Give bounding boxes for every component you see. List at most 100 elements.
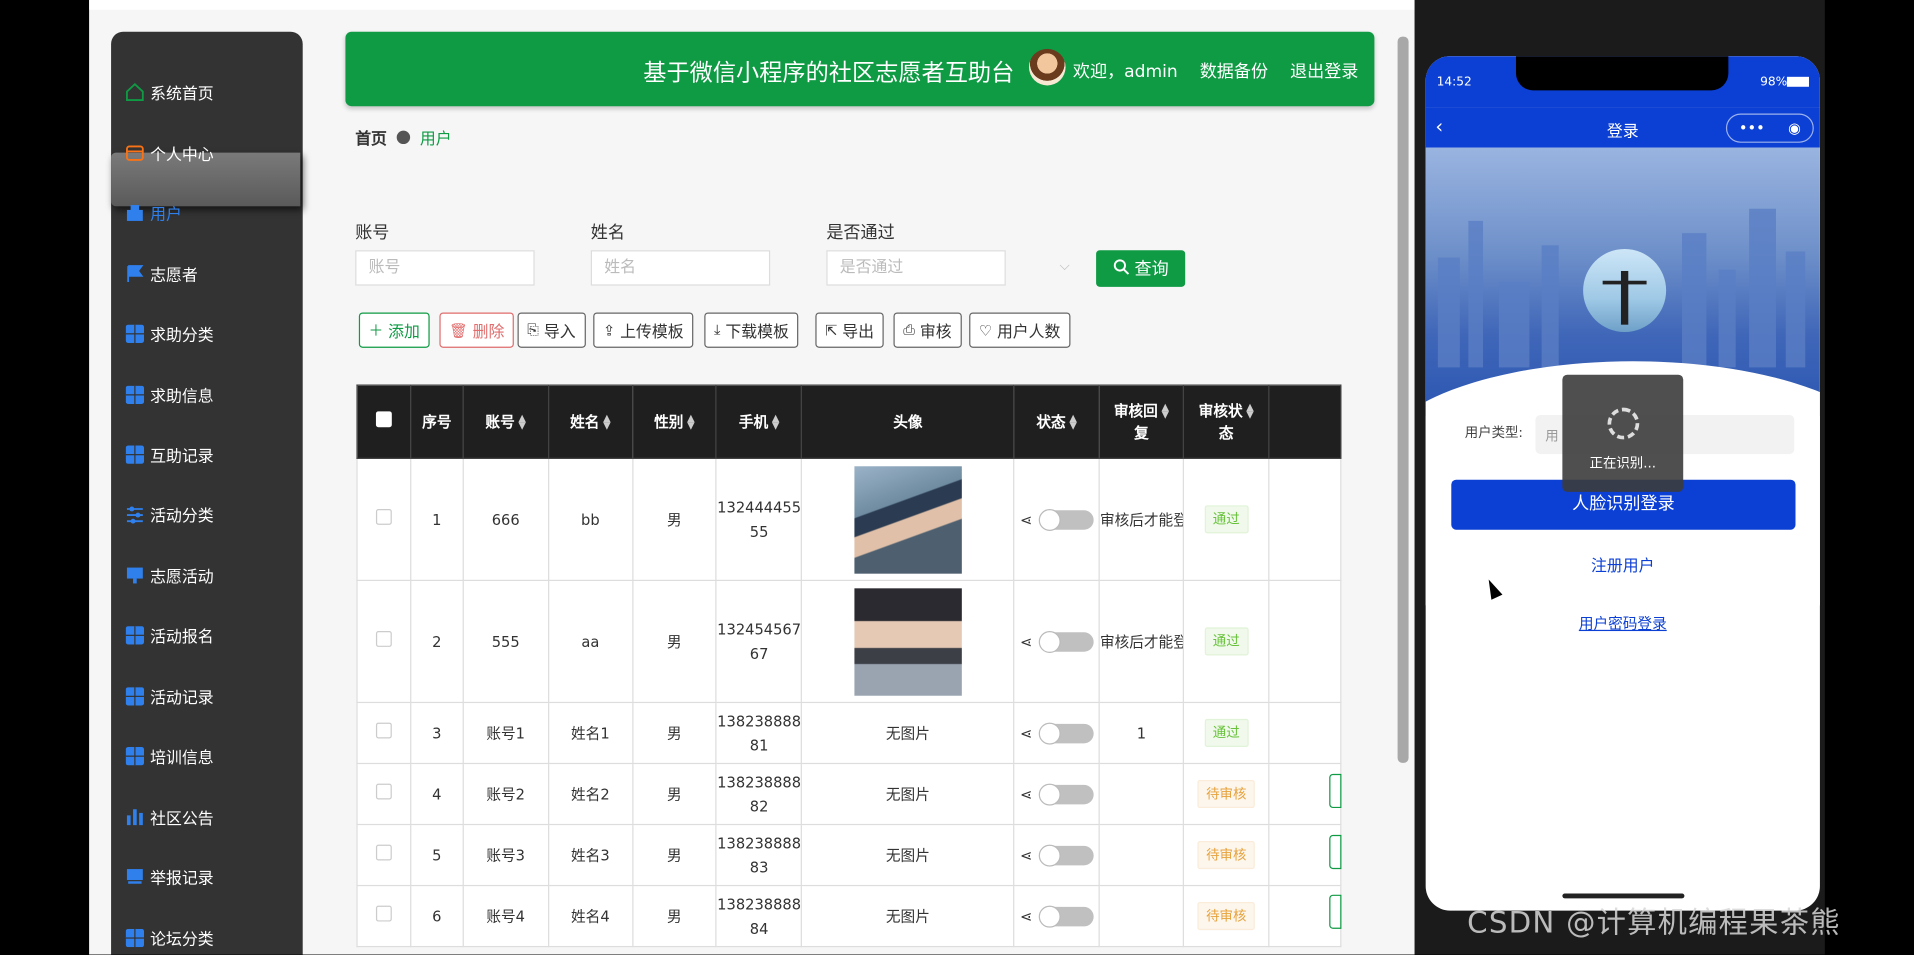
monitor-icon — [126, 566, 144, 584]
approved-select[interactable] — [826, 250, 1006, 286]
column-header-name[interactable]: 姓名 ▲ ▼ — [547, 384, 633, 459]
logout-link[interactable]: 退出登录 — [1290, 59, 1358, 83]
admin-browser-window: 系统首页 个人中心 用户 志愿者 求助分类 求助信息 互助记录 活动分类 志愿活… — [89, 0, 1415, 955]
name-label: 姓名 — [590, 223, 625, 243]
column-header-status[interactable]: 状态 ▲ ▼ — [1013, 384, 1100, 459]
delete-button[interactable]: 🗑 删除 — [439, 312, 515, 348]
status-toggle[interactable] — [1038, 844, 1094, 867]
row-checkbox[interactable] — [375, 630, 392, 647]
column-header-account[interactable]: 账号 ▲ ▼ — [462, 384, 549, 459]
column-header-phone[interactable]: 手机 ▲ ▼ — [715, 384, 803, 459]
share-icon: ⋖ — [1020, 907, 1033, 925]
approved-label: 是否通过 — [826, 223, 895, 243]
review-button[interactable]: ⎙ 审核 — [893, 312, 962, 348]
row-checkbox[interactable] — [375, 783, 392, 799]
status-badge: 通过 — [1204, 505, 1249, 534]
sidebar-item-label: 用户 — [150, 205, 182, 224]
status-badge: 待审核 — [1197, 902, 1255, 931]
row-checkbox[interactable] — [375, 905, 392, 921]
phone-avatar — [1583, 249, 1667, 333]
row-action-button[interactable] — [1329, 773, 1342, 809]
admin-avatar[interactable] — [1028, 48, 1066, 86]
sidebar-item-activity-records[interactable]: 活动记录 — [125, 682, 214, 709]
spinner-icon — [1607, 407, 1640, 440]
query-button[interactable]: 查询 — [1096, 250, 1186, 287]
grid-icon — [125, 686, 145, 705]
name-input[interactable] — [590, 250, 771, 286]
sidebar-item-report-records[interactable]: 举报记录 — [126, 863, 214, 890]
upload-template-button[interactable]: ⇪ 上传模板 — [593, 312, 694, 348]
column-header-gender[interactable]: 性别 ▲ ▼ — [631, 384, 718, 459]
users-icon — [126, 203, 144, 221]
sidebar-item-home[interactable]: 系统首页 — [126, 78, 214, 105]
status-toggle[interactable] — [1038, 721, 1094, 744]
sort-icon[interactable]: ▲ ▼ — [772, 413, 780, 430]
row-avatar — [801, 457, 1015, 582]
row-action-button[interactable] — [1329, 834, 1342, 870]
row-avatar: 无图片 — [801, 701, 1015, 765]
password-login-link[interactable]: 用户密码登录 — [1426, 613, 1820, 634]
row-checkbox[interactable] — [375, 508, 392, 525]
row-account: 账号1 — [462, 701, 549, 765]
column-header-review-status[interactable]: 审核状 ▲ ▼ 态 — [1182, 384, 1270, 459]
download-template-button[interactable]: ⤓ 下载模板 — [704, 312, 799, 348]
row-account: 666 — [462, 457, 549, 582]
row-checkbox[interactable] — [375, 844, 392, 860]
sort-icon[interactable]: ▲ ▼ — [687, 413, 695, 430]
sidebar-item-training-info[interactable]: 培训信息 — [125, 742, 214, 769]
add-button[interactable]: ＋添加 — [358, 312, 430, 348]
avatar-photo[interactable] — [854, 465, 962, 574]
sort-icon[interactable]: ▲ ▼ — [603, 413, 611, 430]
register-link[interactable]: 注册用户 — [1426, 553, 1820, 576]
sidebar-item-volunteer-activity[interactable]: 志愿活动 — [126, 561, 214, 588]
select-all-checkbox[interactable] — [375, 410, 392, 427]
sidebar-item-help-category[interactable]: 求助分类 — [125, 320, 214, 347]
account-input[interactable] — [355, 250, 535, 286]
sidebar-item-mutual-records[interactable]: 互助记录 — [125, 441, 214, 468]
vertical-scrollbar[interactable] — [1397, 36, 1409, 763]
export-icon: ⇱ — [825, 321, 838, 339]
status-toggle[interactable] — [1038, 905, 1094, 928]
sidebar-item-forum-category[interactable]: 论坛分类 — [125, 924, 214, 951]
import-button[interactable]: ⎘ 导入 — [517, 312, 586, 348]
sort-icon[interactable]: ▲ ▼ — [1246, 402, 1254, 419]
sidebar-item-community-notice[interactable]: 社区公告 — [126, 803, 214, 830]
sidebar-item-activity-signup[interactable]: 活动报名 — [125, 621, 214, 648]
more-icon[interactable]: ••• — [1739, 120, 1765, 137]
sort-icon[interactable]: ▲ ▼ — [1069, 413, 1077, 430]
sort-icon[interactable]: ▲ ▼ — [518, 413, 526, 430]
status-toggle[interactable] — [1038, 783, 1094, 805]
status-toggle[interactable] — [1038, 630, 1094, 653]
row-index: 3 — [410, 701, 464, 765]
export-button[interactable]: ⇱ 导出 — [815, 312, 884, 348]
sidebar-item-activity-category[interactable]: 活动分类 — [126, 500, 214, 527]
breadcrumb-home[interactable]: 首页 — [355, 126, 387, 149]
table-row: 2 555 aa 男 132454567 67 ⋖ 审核后才能登 通过 — [356, 579, 1342, 704]
data-backup-link[interactable]: 数据备份 — [1200, 59, 1268, 83]
sidebar-item-personal-center[interactable]: 个人中心 — [126, 139, 214, 166]
column-header-review-reply[interactable]: 审核回 ▲ ▼ 复 — [1098, 384, 1185, 459]
row-review-reply: 1 — [1098, 701, 1185, 765]
users-table: 序号 账号 ▲ ▼ 姓名 ▲ ▼ 性别 ▲ ▼ 手机 ▲ ▼ 头像 状态 ▲ ▼ 审核回 ▲ ▼ 复 审核… — [356, 384, 1342, 948]
chevron-down-icon[interactable]: ⌵ — [1059, 258, 1069, 275]
status-toggle[interactable] — [1038, 508, 1094, 531]
grid-icon — [125, 385, 145, 404]
close-target-icon[interactable]: ◉ — [1788, 120, 1801, 137]
column-header-avatar: 头像 — [801, 384, 1015, 459]
user-count-button[interactable]: ♡ 用户人数 — [969, 312, 1071, 348]
sort-icon[interactable]: ▲ ▼ — [1162, 402, 1170, 419]
user-type-label: 用户类型: — [1464, 424, 1523, 441]
status-badge: 待审核 — [1197, 779, 1255, 809]
avatar-photo[interactable] — [854, 587, 962, 696]
sidebar-item-help-info[interactable]: 求助信息 — [125, 381, 214, 408]
sidebar-item-volunteer[interactable]: 志愿者 — [126, 260, 198, 287]
row-checkbox[interactable] — [375, 721, 392, 738]
loading-text: 正在识别... — [1589, 455, 1657, 472]
row-index: 2 — [410, 579, 464, 704]
sidebar-item-users[interactable]: 用户 — [126, 199, 182, 226]
capsule-menu[interactable]: ••• ◉ — [1725, 113, 1814, 143]
select-all-header — [356, 384, 412, 459]
row-gender: 男 — [631, 762, 718, 826]
row-status: ⋖ — [1013, 762, 1100, 826]
row-action-button[interactable] — [1329, 894, 1342, 929]
